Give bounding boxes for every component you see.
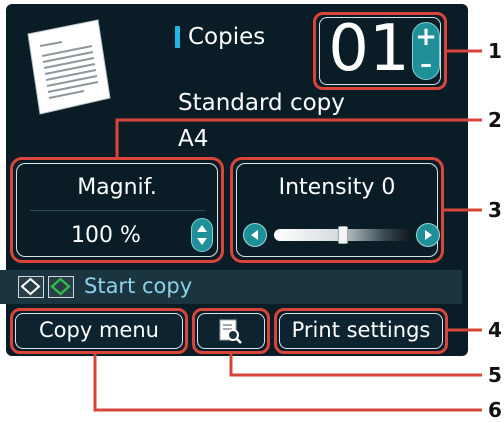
callout-4: 4 — [488, 318, 502, 342]
copy-count-stepper[interactable]: + – — [412, 22, 440, 80]
callout-5: 5 — [488, 363, 502, 387]
increase-button[interactable]: + — [413, 24, 439, 50]
callout-3: 3 — [488, 198, 502, 222]
magnification-value[interactable]: 100 % — [36, 222, 176, 250]
copy-mode-label: Standard copy — [178, 90, 345, 116]
print-settings-button[interactable]: Print settings — [279, 313, 443, 349]
magnification-stepper[interactable] — [191, 218, 213, 252]
chevron-up-icon — [197, 225, 207, 232]
decrease-button[interactable]: – — [413, 51, 439, 77]
copies-marker — [175, 26, 180, 48]
copies-label: Copies — [188, 24, 266, 50]
intensity-label: Intensity 0 — [278, 175, 396, 200]
preview-button[interactable] — [197, 313, 265, 349]
start-icon — [48, 276, 74, 298]
preview-magnifier-icon — [219, 319, 242, 344]
intensity-decrease-button[interactable] — [243, 223, 267, 247]
callout-1: 1 — [488, 39, 502, 63]
callout-2: 2 — [488, 108, 502, 132]
stop-icon — [18, 276, 44, 298]
start-copy-text: Start copy — [84, 274, 193, 298]
intensity-increase-button[interactable] — [416, 223, 440, 247]
copy-count-value[interactable]: 01 — [322, 14, 416, 84]
intensity-slider-handle[interactable] — [338, 226, 348, 244]
copy-menu-button[interactable]: Copy menu — [15, 313, 183, 349]
paper-size-label: A4 — [178, 126, 209, 152]
magnification-label: Magnif. — [77, 175, 157, 200]
chevron-down-icon — [197, 238, 207, 245]
callout-6: 6 — [488, 398, 502, 422]
document-thumbnail-icon — [27, 19, 111, 115]
left-arrow-icon — [251, 230, 258, 240]
right-arrow-icon — [425, 230, 432, 240]
magnification-divider — [30, 210, 205, 211]
